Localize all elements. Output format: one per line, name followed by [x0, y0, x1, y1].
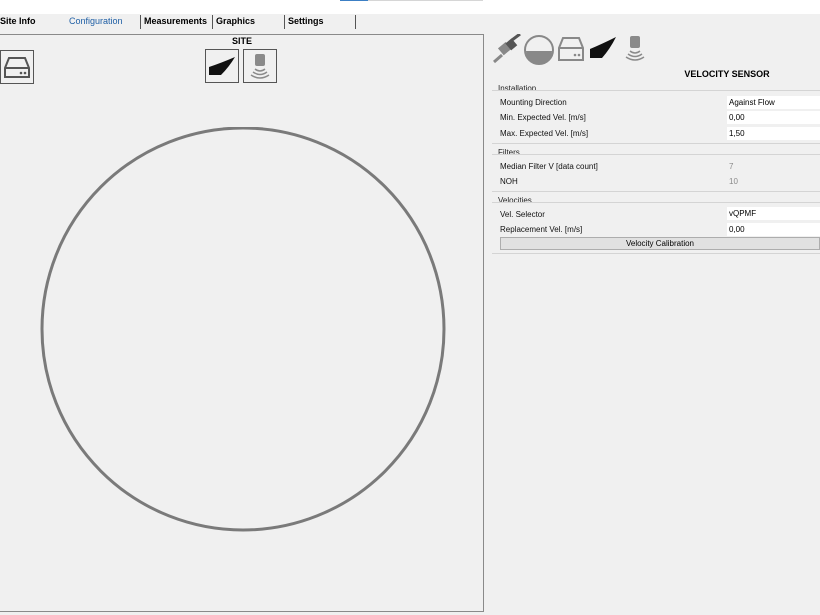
sensor-box-icon — [4, 57, 30, 78]
replacement-vel-field[interactable]: 0,00 — [727, 223, 820, 236]
pipe-section-icon[interactable] — [523, 34, 555, 66]
progress-accent — [340, 0, 368, 1]
group-label-velocities: Velocities — [498, 196, 532, 205]
sensor-box-button[interactable] — [0, 50, 34, 84]
group-divider — [492, 202, 820, 203]
title-strip — [0, 0, 820, 14]
median-filter-value: 7 — [729, 162, 734, 171]
group-divider — [492, 90, 820, 91]
group-divider — [492, 154, 820, 155]
noh-label: NOH — [500, 177, 518, 186]
tab-settings[interactable]: Settings — [288, 14, 324, 29]
connector-icon[interactable] — [492, 34, 522, 66]
tab-separator — [284, 15, 285, 29]
min-expected-vel-label: Min. Expected Vel. [m/s] — [500, 113, 586, 122]
max-expected-vel-field[interactable]: 1,50 — [727, 127, 820, 140]
tab-separator — [355, 15, 356, 29]
tab-separator — [140, 15, 141, 29]
pipe-cross-section — [40, 127, 446, 532]
group-label-filters: Filters — [498, 148, 520, 157]
ultrasonic-sensor-icon — [250, 54, 270, 79]
velocity-wedge-icon — [209, 57, 235, 75]
noh-value: 10 — [729, 177, 738, 186]
replacement-vel-label: Replacement Vel. [m/s] — [500, 225, 583, 234]
sensor-config-panel: VELOCITY SENSOR Installation Mounting Di… — [492, 34, 820, 264]
tab-site-info[interactable]: Site Info — [0, 14, 36, 29]
vel-selector-select[interactable]: vQPMF — [727, 207, 820, 220]
tab-separator — [212, 15, 213, 29]
max-expected-vel-label: Max. Expected Vel. [m/s] — [500, 129, 589, 138]
progress-track — [368, 0, 483, 1]
velocity-wedge-icon[interactable] — [588, 34, 618, 60]
velocity-sensor-button[interactable] — [205, 49, 239, 83]
tab-measurements[interactable]: Measurements — [144, 14, 207, 29]
ultrasonic-sensor-button[interactable] — [243, 49, 277, 83]
min-expected-vel-field[interactable]: 0,00 — [727, 111, 820, 124]
vel-selector-label: Vel. Selector — [500, 210, 545, 219]
tab-graphics[interactable]: Graphics — [216, 14, 255, 29]
component-toolbar — [492, 34, 820, 68]
sensor-box-icon[interactable] — [556, 34, 586, 64]
site-panel: SITE — [0, 34, 484, 612]
site-label: SITE — [231, 36, 252, 46]
tab-configuration[interactable]: Configuration — [69, 14, 123, 29]
sensor-title: VELOCITY SENSOR — [684, 69, 770, 79]
mounting-direction-label: Mounting Direction — [500, 98, 567, 107]
velocity-calibration-button[interactable]: Velocity Calibration — [500, 237, 820, 250]
group-divider — [492, 143, 820, 144]
ultrasonic-sensor-icon[interactable] — [622, 34, 648, 62]
group-divider — [492, 191, 820, 192]
tab-bar: Site Info Configuration Measurements Gra… — [0, 14, 820, 30]
median-filter-label: Median Filter V [data count] — [500, 162, 598, 171]
mounting-direction-select[interactable]: Against Flow — [727, 96, 820, 109]
panel-bottom-divider — [492, 253, 820, 254]
group-label-installation: Installation — [498, 84, 537, 93]
